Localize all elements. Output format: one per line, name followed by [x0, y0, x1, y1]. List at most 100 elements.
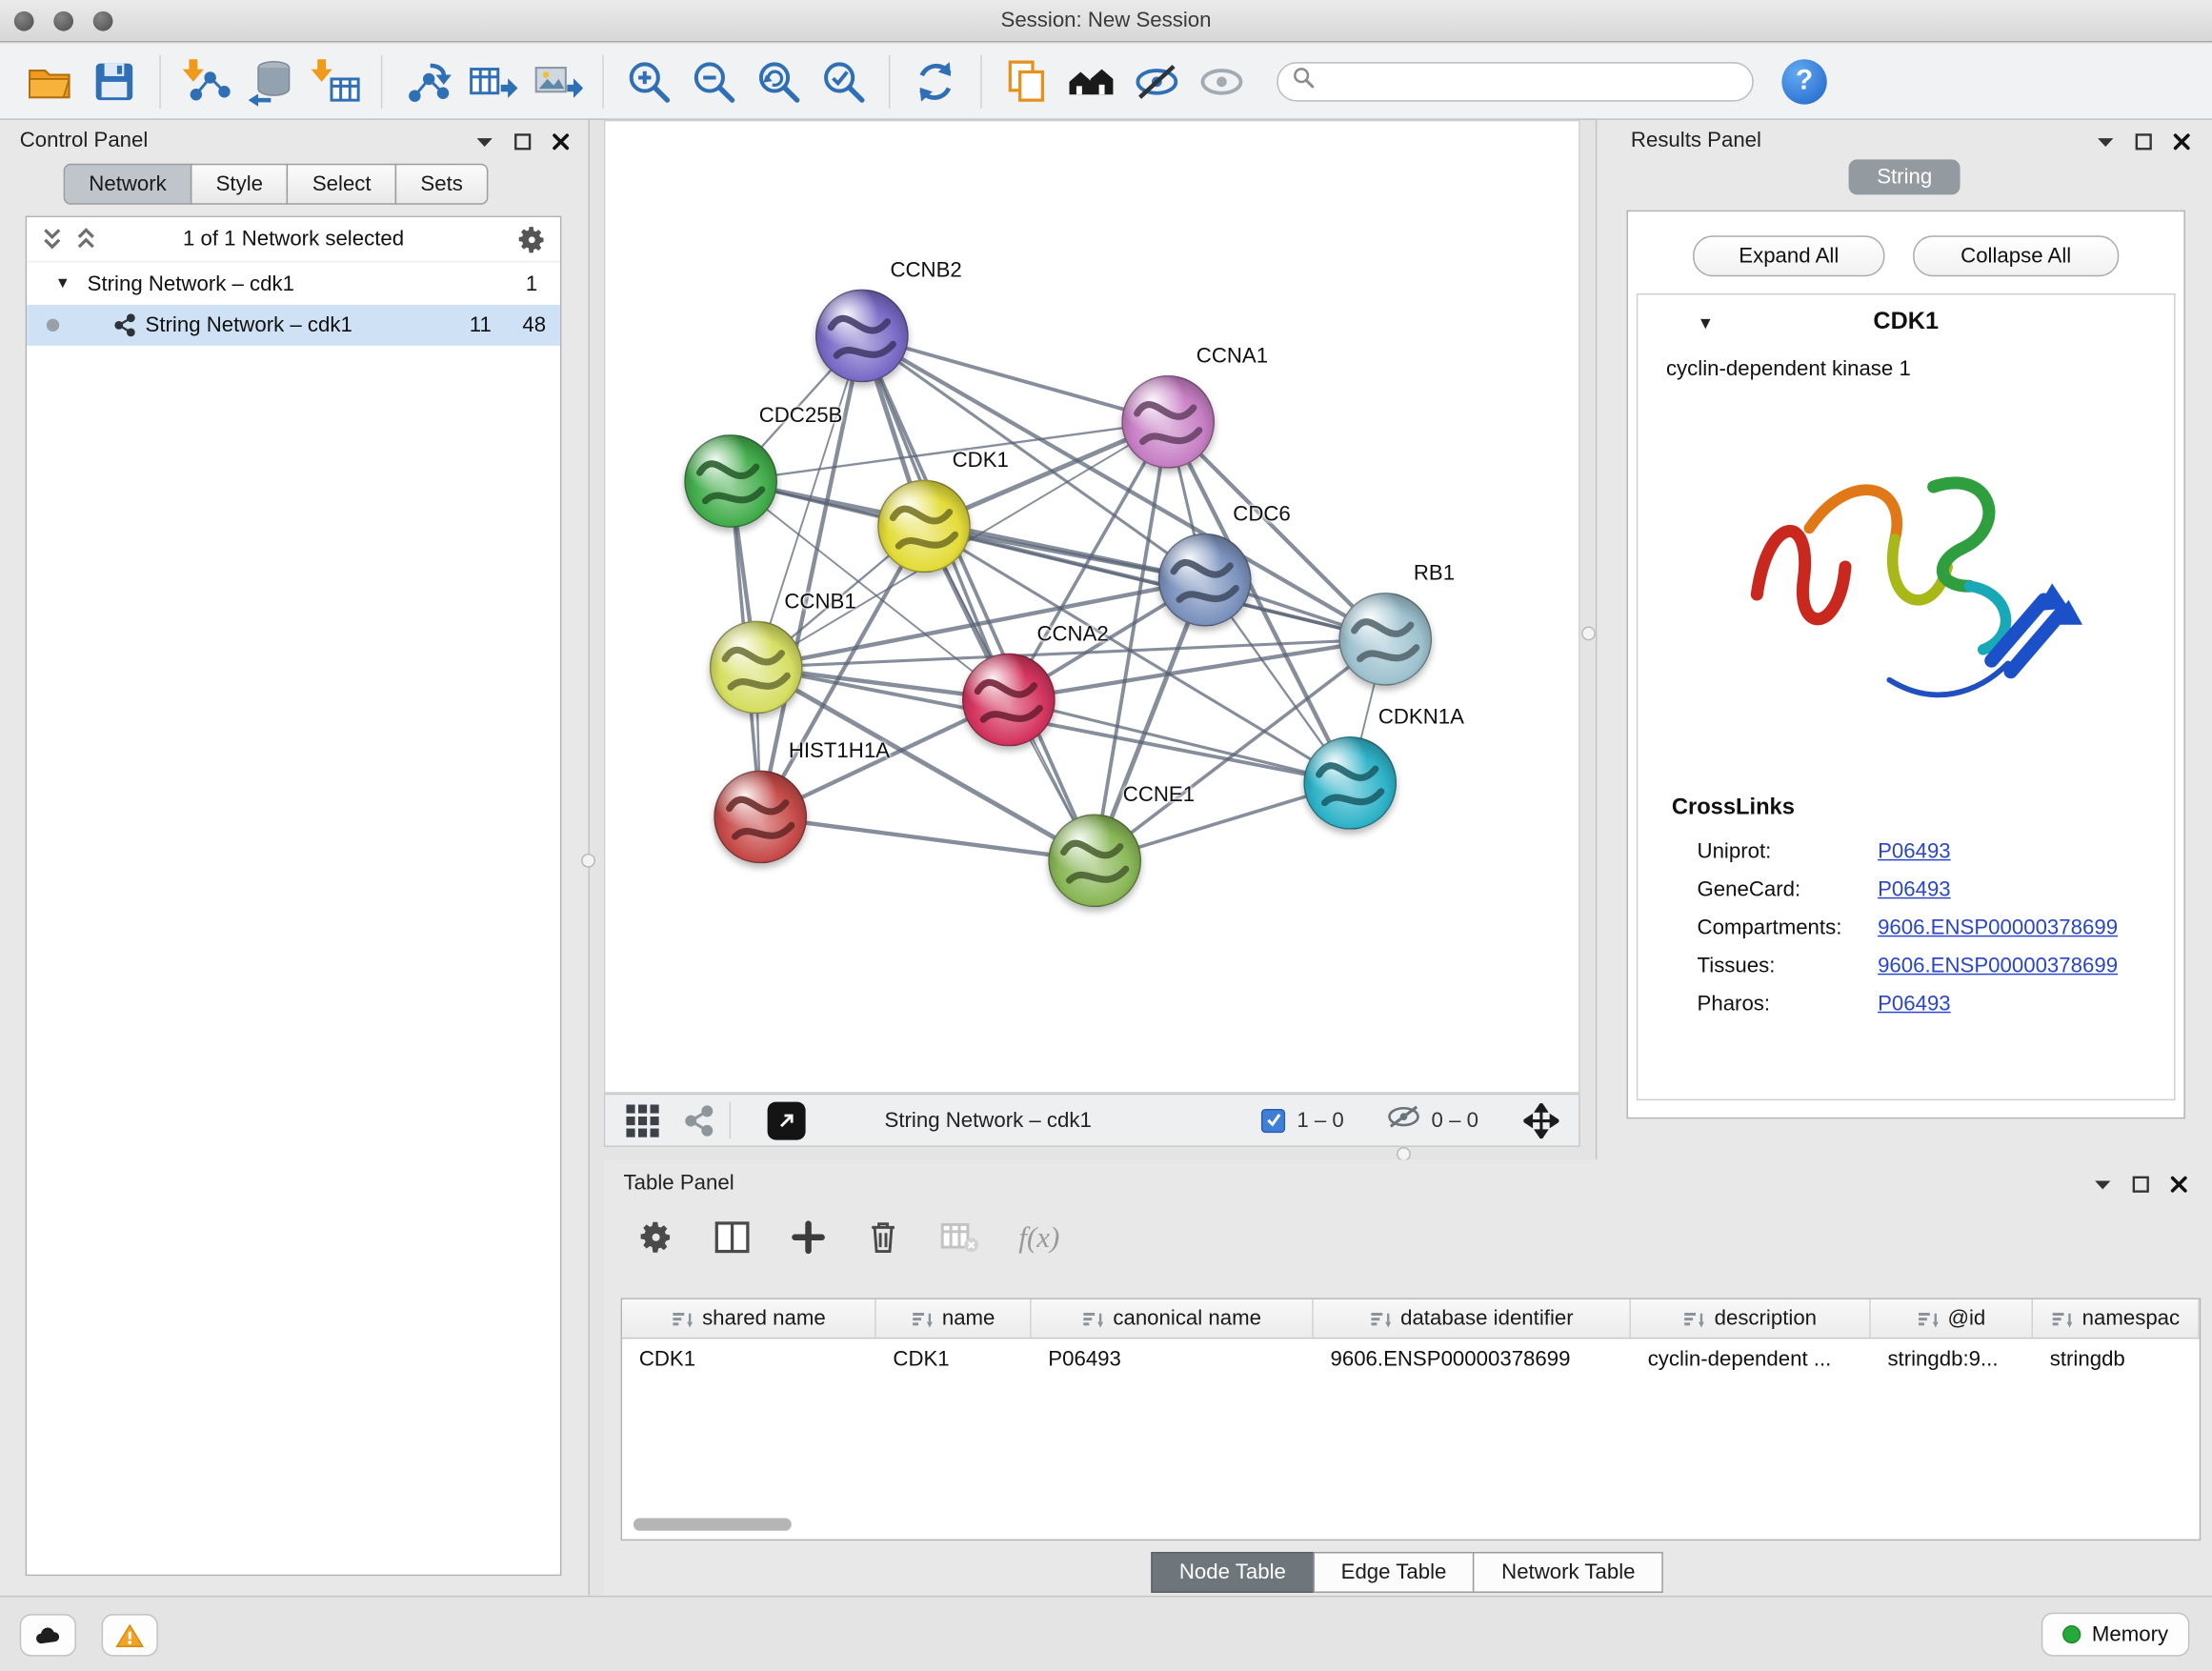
tab-string[interactable]: String [1849, 159, 1961, 194]
hide-panels-button[interactable] [1124, 49, 1189, 113]
crosslink-link[interactable]: P06493 [1878, 992, 1951, 1016]
table-cell[interactable]: stringdb [2033, 1339, 2200, 1378]
node-table: shared namenamecanonical namedatabase id… [621, 1298, 2202, 1540]
create-column-plus-icon[interactable] [790, 1218, 827, 1256]
show-columns-icon[interactable] [714, 1218, 751, 1256]
edge-HIST1H1A-CCNE1[interactable] [760, 816, 1095, 860]
right-splitter-handle[interactable] [1581, 627, 1596, 641]
birdseye-button[interactable] [1059, 49, 1124, 113]
column-header-description[interactable]: description [1631, 1299, 1871, 1338]
new-network-button[interactable] [395, 49, 460, 113]
control-panel: Control Panel NetworkStyleSelectSets 1 o… [0, 120, 590, 1596]
table-cell[interactable]: 9606.ENSP00000378699 [1314, 1339, 1631, 1378]
show-panels-button[interactable] [1189, 49, 1254, 113]
node-CCNB2[interactable] [815, 290, 909, 383]
tab-select[interactable]: Select [287, 164, 396, 205]
node-HIST1H1A[interactable] [714, 771, 807, 864]
zoom-selected-button[interactable] [812, 49, 876, 113]
export-table-button[interactable] [460, 49, 525, 113]
table-cell[interactable]: stringdb:9... [1871, 1339, 2033, 1378]
import-table-file-button[interactable] [303, 49, 368, 113]
network-share-icon[interactable] [683, 1104, 715, 1137]
warning-status-icon[interactable] [102, 1614, 158, 1656]
tab-node-table[interactable]: Node Table [1151, 1552, 1314, 1593]
search-box[interactable] [1277, 61, 1754, 100]
table-panel-collapse-icon[interactable] [2091, 1173, 2114, 1196]
table-cell[interactable]: cyclin-dependent ... [1631, 1339, 1871, 1378]
table-horizontal-scrollbar[interactable] [633, 1518, 792, 1530]
results-panel-collapse-icon[interactable] [2094, 130, 2117, 152]
delete-column-trash-icon[interactable] [866, 1218, 900, 1256]
save-session-button[interactable] [82, 49, 147, 113]
column-sort-icon [1917, 1309, 1938, 1329]
node-CDC25B[interactable] [684, 434, 777, 528]
column-sort-icon [1082, 1309, 1103, 1329]
node-RB1[interactable] [1338, 593, 1432, 686]
node-CDC6[interactable] [1158, 534, 1252, 627]
edge-CCNB2-CCNE1[interactable] [862, 335, 1095, 860]
network-canvas[interactable]: CCNB2CCNA1CDC25BCDK1CDC6RB1CCNB1CCNA2CDK… [604, 120, 1580, 1094]
snapshot-button[interactable] [995, 49, 1059, 113]
network-options-gear-icon[interactable] [515, 223, 550, 257]
table-row[interactable]: CDK1CDK1P064939606.ENSP00000378699cyclin… [622, 1339, 2200, 1378]
zoom-fit-button[interactable] [746, 49, 811, 113]
zoom-out-button[interactable] [681, 49, 746, 113]
network-row-selected[interactable]: String Network – cdk1 11 48 [27, 305, 560, 346]
crosslink-link[interactable]: 9606.ENSP00000378699 [1878, 916, 2118, 939]
expand-all-button[interactable]: Expand All [1693, 235, 1884, 276]
table-cell[interactable]: CDK1 [876, 1339, 1032, 1378]
pan-move-icon[interactable] [1523, 1102, 1558, 1137]
control-panel-float-icon[interactable] [511, 130, 533, 152]
crosslink-link[interactable]: 9606.ENSP00000378699 [1878, 954, 2118, 977]
export-image-button[interactable] [525, 49, 590, 113]
results-panel-close-icon[interactable] [2170, 130, 2193, 152]
control-panel-collapse-icon[interactable] [473, 130, 495, 152]
node-CCNA2[interactable] [962, 654, 1056, 747]
crosslink-link[interactable]: P06493 [1878, 839, 1951, 863]
table-cell[interactable]: P06493 [1032, 1339, 1314, 1378]
birdseye-view-toggle-icon[interactable] [768, 1101, 806, 1139]
cloud-status-icon[interactable] [20, 1614, 76, 1656]
protein-detail-card: ▼ CDK1 cyclin-dependent kinase 1 [1637, 293, 2176, 1100]
column-header-namespac[interactable]: namespac [2033, 1299, 2200, 1338]
table-options-gear-icon[interactable] [637, 1218, 674, 1256]
column-header-shared-name[interactable]: shared name [622, 1299, 876, 1338]
node-CDK1[interactable] [877, 480, 971, 574]
node-CCNB1[interactable] [710, 621, 803, 715]
search-input[interactable] [1325, 69, 1739, 94]
tab-style[interactable]: Style [191, 164, 289, 205]
node-CCNA1[interactable] [1121, 375, 1215, 469]
selected-indicator-checkbox[interactable] [1261, 1108, 1285, 1132]
open-session-button[interactable] [17, 49, 82, 113]
table-panel-close-icon[interactable] [2167, 1173, 2190, 1196]
control-panel-close-icon[interactable] [549, 130, 572, 152]
help-button[interactable]: ? [1781, 58, 1826, 103]
network-collection-row[interactable]: ▼ String Network – cdk1 1 [27, 262, 560, 304]
table-panel-float-icon[interactable] [2129, 1173, 2152, 1196]
node-CDKN1A[interactable] [1303, 736, 1397, 830]
tab-network[interactable]: Network [64, 164, 192, 205]
grid-view-icon[interactable] [625, 1102, 660, 1137]
import-network-database-button[interactable] [238, 49, 303, 113]
collapse-all-button[interactable]: Collapse All [1913, 235, 2119, 276]
tab-network-table[interactable]: Network Table [1474, 1552, 1664, 1593]
column-header--id[interactable]: @id [1871, 1299, 2033, 1338]
column-header-database-identifier[interactable]: database identifier [1314, 1299, 1631, 1338]
memory-status-dot-icon [2062, 1625, 2081, 1643]
column-header-name[interactable]: name [876, 1299, 1032, 1338]
crosslink-link[interactable]: P06493 [1878, 877, 1951, 901]
tab-edge-table[interactable]: Edge Table [1313, 1552, 1475, 1593]
function-builder-fx-icon[interactable]: f(x) [1018, 1219, 1059, 1255]
table-cell[interactable]: CDK1 [622, 1339, 876, 1378]
column-header-canonical-name[interactable]: canonical name [1032, 1299, 1314, 1338]
node-CCNE1[interactable] [1048, 814, 1141, 907]
tree-expand-caret-icon[interactable]: ▼ [55, 275, 70, 292]
import-network-file-button[interactable] [173, 49, 238, 113]
zoom-in-button[interactable] [616, 49, 681, 113]
refresh-view-button[interactable] [903, 49, 968, 113]
tab-sets[interactable]: Sets [395, 164, 489, 205]
left-splitter-handle[interactable] [581, 854, 595, 868]
table-toolbar: f(x) [637, 1218, 1059, 1256]
results-panel-float-icon[interactable] [2132, 130, 2155, 152]
memory-button[interactable]: Memory [2041, 1613, 2190, 1657]
